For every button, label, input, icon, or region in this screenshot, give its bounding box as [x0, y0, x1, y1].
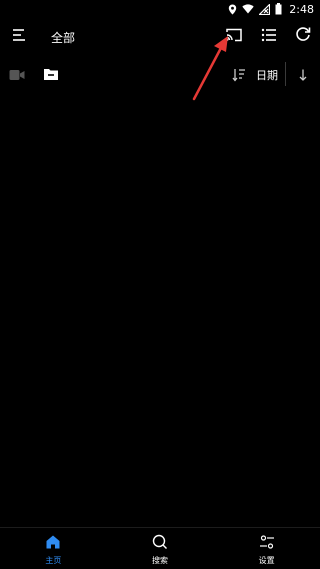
list-view-icon[interactable]: [260, 26, 278, 44]
refresh-icon[interactable]: [294, 25, 312, 43]
battery-icon: [275, 3, 282, 15]
arrow-down-icon[interactable]: [296, 67, 310, 81]
page-title: 全部: [51, 31, 76, 45]
status-bar: 2:48: [0, 0, 320, 18]
home-icon: [45, 534, 61, 555]
nav-item-settings[interactable]: 设置: [213, 528, 320, 569]
wifi-icon: [242, 4, 254, 14]
app-bar: 全部: [0, 22, 320, 52]
no-signal-icon: [259, 3, 271, 15]
video-icon[interactable]: [9, 67, 25, 81]
screen: 2:48 全部 日期 主页 搜索 设置: [0, 0, 320, 569]
sort-label[interactable]: 日期: [256, 67, 278, 83]
sort-icon[interactable]: [232, 67, 246, 82]
cast-icon[interactable]: [225, 26, 243, 44]
folder-icon[interactable]: [43, 66, 59, 82]
nav-item-search[interactable]: 搜索: [107, 528, 214, 569]
settings-icon: [259, 534, 275, 555]
menu-icon[interactable]: [12, 27, 28, 43]
filter-row: 日期: [0, 62, 320, 90]
nav-label-search: 搜索: [152, 556, 168, 565]
nav-item-home[interactable]: 主页: [0, 528, 107, 569]
search-icon: [152, 534, 168, 555]
nav-label-home: 主页: [45, 556, 62, 565]
nav-label-settings: 设置: [258, 556, 275, 565]
divider: [285, 62, 286, 86]
status-time: 2:48: [289, 2, 314, 16]
bottom-nav: 主页 搜索 设置: [0, 527, 320, 569]
location-icon: [228, 4, 237, 15]
